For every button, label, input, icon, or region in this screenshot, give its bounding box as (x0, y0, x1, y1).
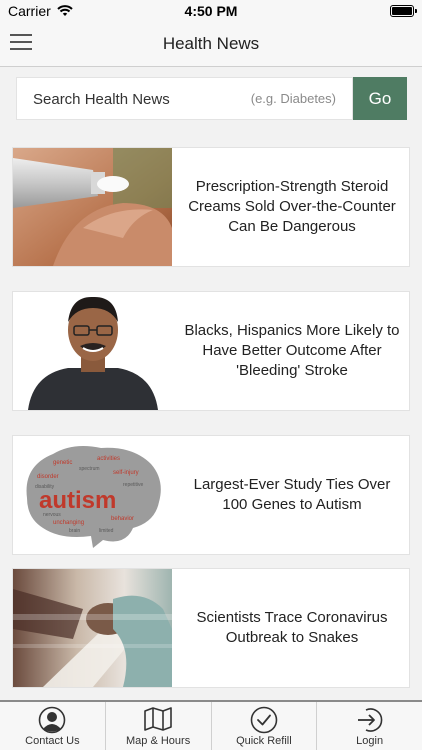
tab-bar: Contact Us Map & Hours Quick Refill Logi… (0, 700, 422, 750)
tab-quick-refill[interactable]: Quick Refill (210, 702, 317, 750)
battery-icon (390, 5, 417, 17)
checkmark-circle-icon (250, 706, 278, 734)
svg-text:repetitive: repetitive (123, 482, 144, 488)
autism-word: autism (39, 487, 116, 514)
navigation-bar: Health News (0, 22, 422, 67)
tab-login[interactable]: Login (316, 702, 422, 750)
search-input[interactable]: Search Health News (e.g. Diabetes) (16, 77, 353, 120)
person-icon (39, 706, 66, 734)
article-headline: Prescription-Strength Steroid Creams Sol… (188, 178, 396, 235)
svg-text:self-injury: self-injury (113, 470, 139, 476)
tab-label: Map & Hours (126, 735, 191, 747)
article-card[interactable]: Scientists Trace Coronavirus Outbreak to… (12, 568, 410, 688)
go-button[interactable]: Go (353, 77, 407, 120)
svg-text:limited: limited (99, 528, 114, 534)
smiling-man-photo (13, 292, 172, 410)
svg-text:spectrum: spectrum (79, 466, 100, 472)
autism-word-cloud-brain: genetic activities disorder self-injury un… (13, 436, 172, 554)
svg-text:activities: activities (97, 456, 120, 462)
svg-text:genetic: genetic (53, 460, 72, 466)
search-hint: (e.g. Diabetes) (250, 91, 336, 106)
svg-text:unchanging: unchanging (53, 520, 84, 526)
article-headline: Blacks, Hispanics More Likely to Have Be… (184, 322, 400, 379)
status-bar: Carrier 4:50 PM (0, 0, 422, 22)
status-time: 4:50 PM (184, 3, 238, 19)
svg-text:disorder: disorder (37, 474, 59, 480)
cream-tube-photo (13, 148, 172, 266)
article-card[interactable]: Prescription-Strength Steroid Creams Sol… (12, 147, 410, 267)
tab-contact-us[interactable]: Contact Us (0, 702, 105, 750)
login-arrow-icon (357, 708, 383, 732)
tab-label: Quick Refill (236, 735, 292, 747)
search-label: Search Health News (33, 91, 170, 108)
map-icon (144, 707, 172, 731)
medical-staff-motion-blur-photo (13, 569, 172, 687)
tab-map-hours[interactable]: Map & Hours (104, 702, 211, 750)
tab-label: Contact Us (25, 735, 80, 747)
page-title: Health News (162, 34, 260, 53)
search-bar: Search Health News (e.g. Diabetes) Go (16, 77, 407, 120)
svg-text:behavior: behavior (111, 516, 134, 522)
article-headline: Largest-Ever Study Ties Over 100 Genes t… (193, 476, 391, 513)
svg-text:brain: brain (69, 528, 80, 534)
article-card[interactable]: Blacks, Hispanics More Likely to Have Be… (12, 291, 410, 411)
article-headline: Scientists Trace Coronavirus Outbreak to… (196, 609, 388, 646)
tab-label: Login (356, 735, 384, 747)
article-card[interactable]: genetic activities disorder self-injury un… (12, 435, 410, 555)
